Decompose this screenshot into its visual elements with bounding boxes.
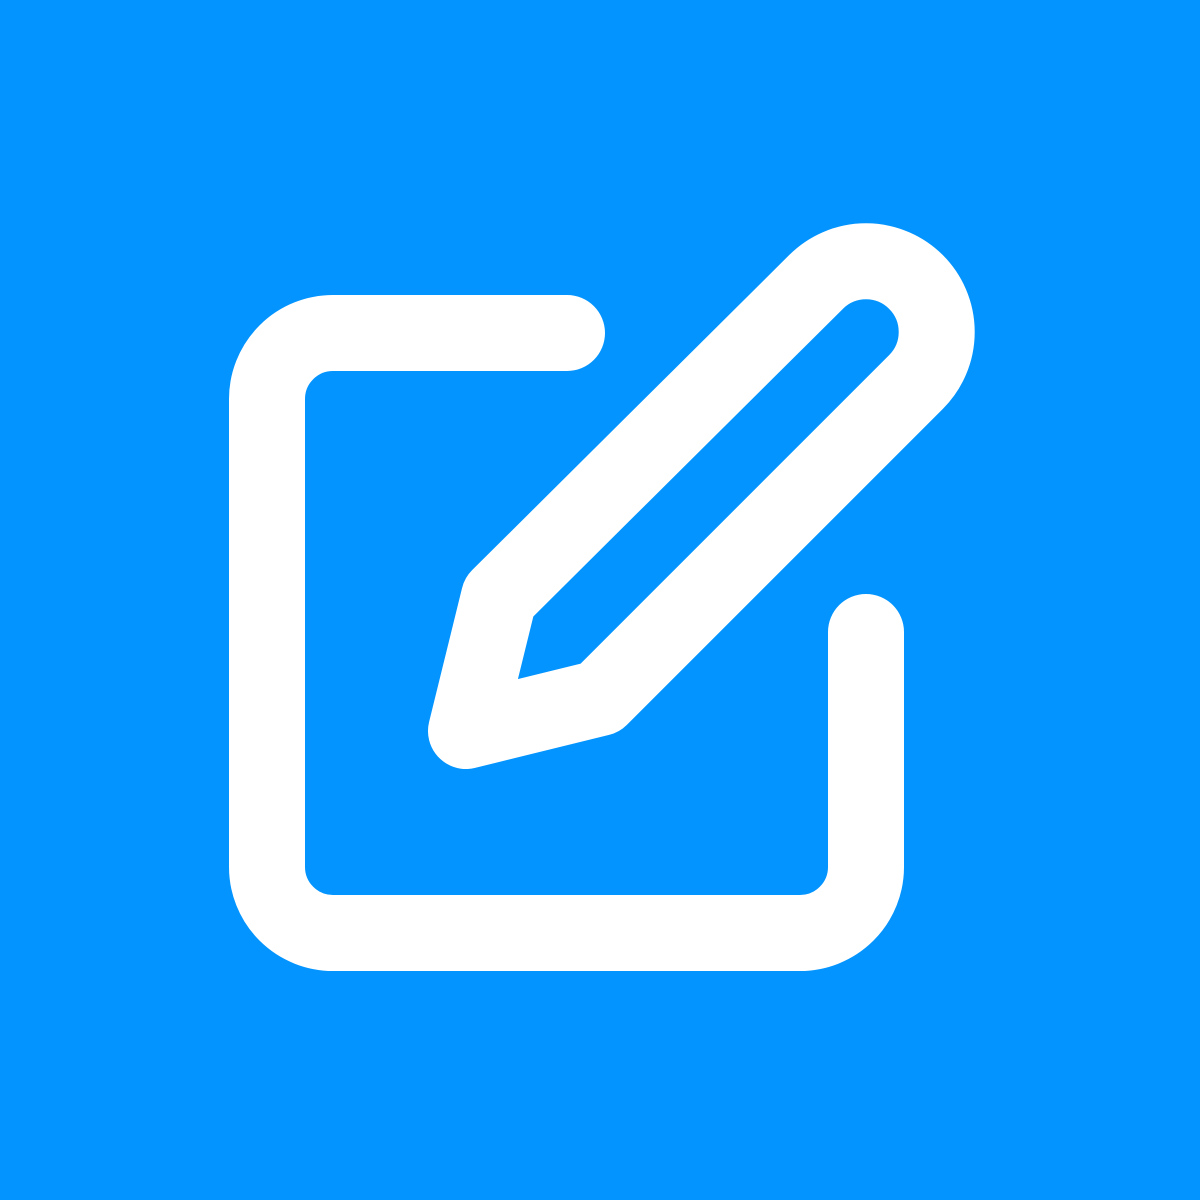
edit-icon [0,0,1200,1200]
icon-background [0,0,1200,1200]
edit-app-icon[interactable] [0,0,1200,1200]
